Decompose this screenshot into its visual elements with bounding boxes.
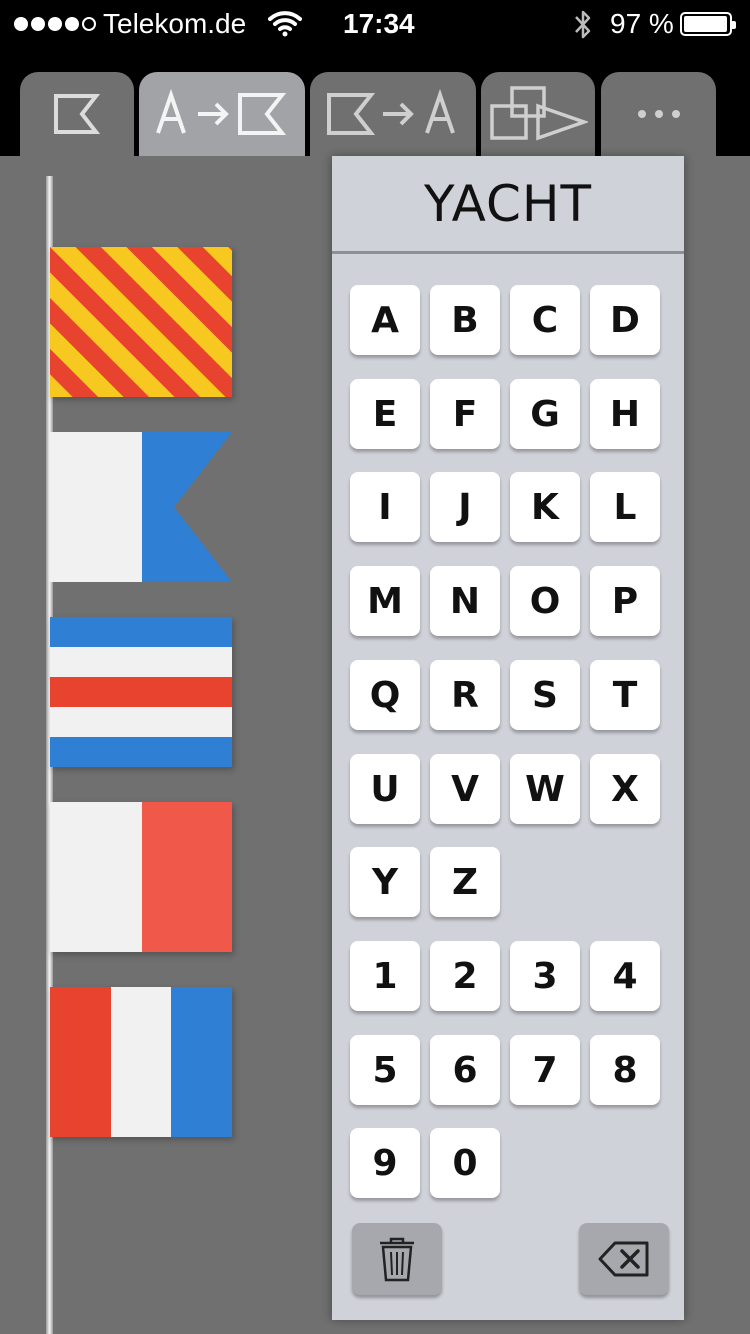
key-j[interactable]: J <box>430 472 500 542</box>
key-6[interactable]: 6 <box>430 1035 500 1105</box>
tab-more[interactable] <box>601 72 716 156</box>
key-g[interactable]: G <box>510 379 580 449</box>
key-l[interactable]: L <box>590 472 660 542</box>
tab-text-to-flag[interactable] <box>139 72 305 156</box>
key-u[interactable]: U <box>350 754 420 824</box>
key-9[interactable]: 9 <box>350 1128 420 1198</box>
signal-strength-icon <box>14 17 96 31</box>
key-i[interactable]: I <box>350 472 420 542</box>
key-s[interactable]: S <box>510 660 580 730</box>
flag-a <box>50 432 232 582</box>
key-v[interactable]: V <box>430 754 500 824</box>
key-2[interactable]: 2 <box>430 941 500 1011</box>
bluetooth-icon <box>575 10 591 39</box>
carrier-label: Telekom.de <box>103 8 247 39</box>
trash-icon <box>380 1237 414 1282</box>
flag-t <box>50 987 232 1137</box>
key-z[interactable]: Z <box>430 847 500 917</box>
tab-bar <box>0 50 750 156</box>
more-icon <box>637 110 680 118</box>
battery-icon <box>680 12 736 36</box>
flag-icon <box>54 94 101 134</box>
key-r[interactable]: R <box>430 660 500 730</box>
key-m[interactable]: M <box>350 566 420 636</box>
key-f[interactable]: F <box>430 379 500 449</box>
key-t[interactable]: T <box>590 660 660 730</box>
backspace-button[interactable] <box>579 1223 669 1295</box>
battery-percentage: 97 % <box>610 8 674 39</box>
shapes-icon <box>490 86 588 141</box>
key-1[interactable]: 1 <box>350 941 420 1011</box>
text-to-flag-icon <box>156 89 287 135</box>
keyboard-panel: Y A CH T ABCD EFGH IJKL MNOP QRST UVWX YZ1234 5678… <box>332 156 684 1320</box>
wifi-icon <box>268 11 302 37</box>
flag-y <box>50 247 232 397</box>
key-a[interactable]: A <box>350 285 420 355</box>
flag-c <box>50 617 232 767</box>
key-7[interactable]: 7 <box>510 1035 580 1105</box>
key-h[interactable]: H <box>590 379 660 449</box>
backspace-icon <box>598 1241 649 1277</box>
key-x[interactable]: X <box>590 754 660 824</box>
key-d[interactable]: D <box>590 285 660 355</box>
key-5[interactable]: 5 <box>350 1035 420 1105</box>
flag-h <box>50 802 232 952</box>
key-3[interactable]: 3 <box>510 941 580 1011</box>
key-0[interactable]: 0 <box>430 1128 500 1198</box>
key-y[interactable]: Y <box>350 847 420 917</box>
tab-shapes[interactable] <box>481 72 595 156</box>
key-o[interactable]: O <box>510 566 580 636</box>
key-e[interactable]: E <box>350 379 420 449</box>
key-k[interactable]: K <box>510 472 580 542</box>
key-c[interactable]: C <box>510 285 580 355</box>
key-4[interactable]: 4 <box>590 941 660 1011</box>
key-p[interactable]: P <box>590 566 660 636</box>
tab-flags[interactable] <box>20 72 134 156</box>
clock: 17:34 <box>343 8 415 39</box>
key-n[interactable]: N <box>430 566 500 636</box>
key-w[interactable]: W <box>510 754 580 824</box>
key-8[interactable]: 8 <box>590 1035 660 1105</box>
status-bar: Telekom.de 17:34 97 % <box>0 0 750 50</box>
clear-button[interactable] <box>352 1223 442 1295</box>
key-b[interactable]: B <box>430 285 500 355</box>
tab-flag-to-text[interactable] <box>310 72 476 156</box>
flag-to-text-icon <box>327 89 455 135</box>
key-q[interactable]: Q <box>350 660 420 730</box>
key-grid: ABCD EFGH IJKL MNOP QRST UVWX YZ1234 5678 90 <box>332 156 684 1320</box>
